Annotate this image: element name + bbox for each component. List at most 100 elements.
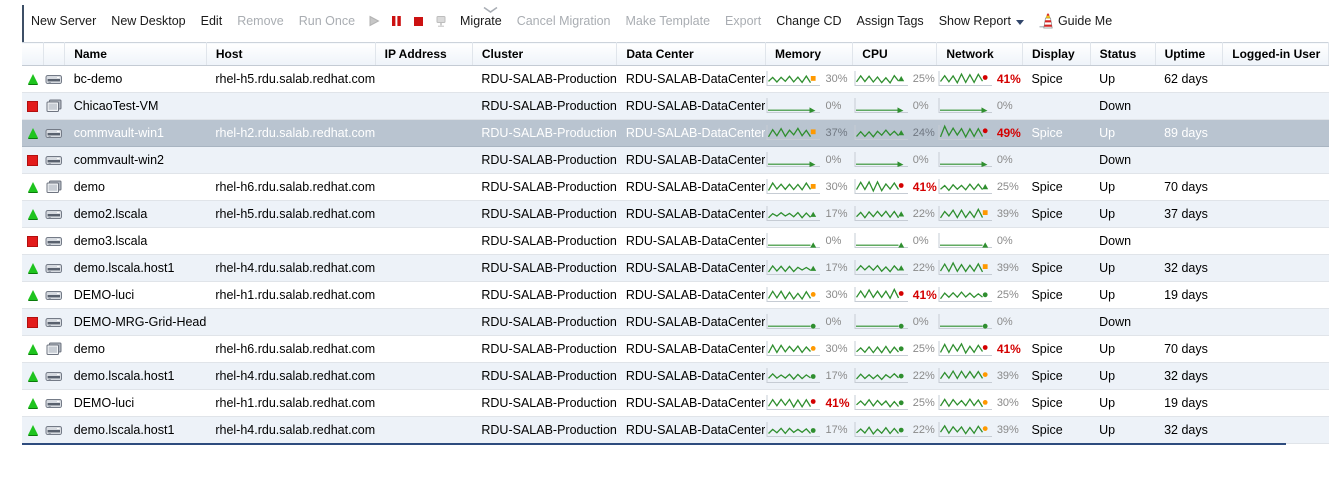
cell-data-center: RDU-SALAB-DataCenter xyxy=(617,336,766,363)
vm-row-demo3-lscala[interactable]: demo3.lscalaRDU-SALAB-ProductionRDU-SALA… xyxy=(22,228,1329,255)
cell-status: Up xyxy=(1090,174,1155,201)
vm-row-commvault-win1[interactable]: commvault-win1rhel-h2.rdu.salab.redhat.c… xyxy=(22,120,1329,147)
column-header-vm-type[interactable] xyxy=(43,43,64,66)
network-percent-label: 0% xyxy=(997,100,1013,112)
cell-data-center: RDU-SALAB-DataCenter xyxy=(617,147,766,174)
column-header-data-center[interactable]: Data Center xyxy=(617,43,766,66)
cell-ip-address xyxy=(375,93,472,120)
column-header-cluster[interactable]: Cluster xyxy=(472,43,616,66)
cell-display-protocol: Spice xyxy=(1022,120,1090,147)
assign-tags-button[interactable]: Assign Tags xyxy=(857,14,924,28)
cpu-sparkline xyxy=(854,177,910,198)
memory-percent-label: 0% xyxy=(825,316,841,328)
cell-vm-name: DEMO-luci xyxy=(65,282,207,309)
cell-host xyxy=(206,228,375,255)
export-button: Export xyxy=(725,14,761,28)
cell-ip-address xyxy=(375,390,472,417)
network-sparkline xyxy=(938,258,994,279)
cell-data-center: RDU-SALAB-DataCenter xyxy=(617,66,766,93)
column-header-logged-in-user[interactable]: Logged-in User xyxy=(1223,43,1329,66)
migrate-button[interactable]: Migrate xyxy=(460,14,502,28)
cell-host xyxy=(206,147,375,174)
cell-data-center: RDU-SALAB-DataCenter xyxy=(617,363,766,390)
cell-ip-address xyxy=(375,120,472,147)
cpu-percent-label: 22% xyxy=(913,370,935,382)
cell-display-protocol xyxy=(1022,309,1090,336)
vm-row-demo-lscala-host1[interactable]: demo.lscala.host1rhel-h4.rdu.salab.redha… xyxy=(22,255,1329,282)
cell-host: rhel-h2.rdu.salab.redhat.com xyxy=(206,120,375,147)
network-sparkline xyxy=(938,96,994,117)
change-cd-button[interactable]: Change CD xyxy=(776,14,841,28)
vm-row-bc-demo[interactable]: bc-demorhel-h5.rdu.salab.redhat.comRDU-S… xyxy=(22,66,1329,93)
cell-vm-name: DEMO-MRG-Grid-Head xyxy=(65,309,207,336)
column-header-display[interactable]: Display xyxy=(1022,43,1090,66)
column-header-cpu[interactable]: CPU xyxy=(853,43,937,66)
cpu-percent-label: 24% xyxy=(913,127,935,139)
cpu-sparkline xyxy=(854,420,910,441)
cell-uptime: 37 days xyxy=(1155,201,1223,228)
cell-network-usage: 39% xyxy=(937,255,1023,282)
cell-data-center: RDU-SALAB-DataCenter xyxy=(617,255,766,282)
cell-uptime xyxy=(1155,93,1223,120)
vm-row-commvault-win2[interactable]: commvault-win2RDU-SALAB-ProductionRDU-SA… xyxy=(22,147,1329,174)
cell-display-protocol: Spice xyxy=(1022,363,1090,390)
column-header-host[interactable]: Host xyxy=(206,43,375,66)
column-header-name[interactable]: Name xyxy=(65,43,207,66)
cell-vm-name: demo xyxy=(65,336,207,363)
cell-host xyxy=(206,93,375,120)
cell-host: rhel-h4.rdu.salab.redhat.com xyxy=(206,363,375,390)
column-header-uptime[interactable]: Uptime xyxy=(1155,43,1223,66)
cpu-percent-label: 22% xyxy=(913,208,935,220)
network-sparkline xyxy=(938,69,994,90)
cell-cpu-usage: 22% xyxy=(853,255,937,282)
memory-percent-label: 30% xyxy=(825,181,847,193)
vm-run-status-up-icon xyxy=(22,390,43,417)
cell-network-usage: 30% xyxy=(937,390,1023,417)
column-header-status[interactable]: Status xyxy=(1090,43,1155,66)
cell-data-center: RDU-SALAB-DataCenter xyxy=(617,201,766,228)
network-sparkline xyxy=(938,339,994,360)
cell-uptime: 32 days xyxy=(1155,363,1223,390)
cell-status: Up xyxy=(1090,255,1155,282)
show-report-dropdown[interactable]: Show Report xyxy=(939,14,1024,28)
stop-icon[interactable] xyxy=(413,16,424,27)
pause-icon[interactable] xyxy=(391,15,402,27)
cell-display-protocol: Spice xyxy=(1022,282,1090,309)
cell-ip-address xyxy=(375,363,472,390)
new-server-button[interactable]: New Server xyxy=(31,14,96,28)
network-sparkline xyxy=(938,420,994,441)
vm-type-server-icon xyxy=(43,66,64,93)
memory-percent-label: 17% xyxy=(825,208,847,220)
column-header-ip-address[interactable]: IP Address xyxy=(375,43,472,66)
column-header-network[interactable]: Network xyxy=(937,43,1023,66)
memory-sparkline xyxy=(766,204,822,225)
vm-row-chicaotest-vm[interactable]: ChicaoTest-VMRDU-SALAB-ProductionRDU-SAL… xyxy=(22,93,1329,120)
vm-row-demo[interactable]: demorhel-h6.rdu.salab.redhat.comRDU-SALA… xyxy=(22,174,1329,201)
vm-row-demo[interactable]: demorhel-h6.rdu.salab.redhat.comRDU-SALA… xyxy=(22,336,1329,363)
column-header-memory[interactable]: Memory xyxy=(765,43,852,66)
power-icon xyxy=(435,15,447,28)
cell-cluster: RDU-SALAB-Production xyxy=(472,255,616,282)
network-percent-label: 30% xyxy=(997,397,1019,409)
cell-cluster: RDU-SALAB-Production xyxy=(472,417,616,444)
network-percent-label: 25% xyxy=(997,181,1019,193)
cpu-percent-label: 41% xyxy=(913,288,937,302)
edit-button[interactable]: Edit xyxy=(201,14,223,28)
cpu-sparkline xyxy=(854,312,910,333)
vm-row-demo-mrg-grid-head[interactable]: DEMO-MRG-Grid-HeadRDU-SALAB-ProductionRD… xyxy=(22,309,1329,336)
vm-row-demo-lscala-host1[interactable]: demo.lscala.host1rhel-h4.rdu.salab.redha… xyxy=(22,363,1329,390)
vm-row-demo-luci[interactable]: DEMO-lucirhel-h1.rdu.salab.redhat.comRDU… xyxy=(22,282,1329,309)
cell-memory-usage: 17% xyxy=(765,255,852,282)
vm-row-demo-lscala-host1[interactable]: demo.lscala.host1rhel-h4.rdu.salab.redha… xyxy=(22,417,1329,444)
column-header-run-status[interactable] xyxy=(22,43,43,66)
new-desktop-button[interactable]: New Desktop xyxy=(111,14,185,28)
cell-memory-usage: 30% xyxy=(765,174,852,201)
cell-host: rhel-h5.rdu.salab.redhat.com xyxy=(206,66,375,93)
vm-row-demo-luci[interactable]: DEMO-lucirhel-h1.rdu.salab.redhat.comRDU… xyxy=(22,390,1329,417)
network-sparkline xyxy=(938,285,994,306)
guide-me-button[interactable]: Guide Me xyxy=(1039,13,1112,29)
cell-display-protocol: Spice xyxy=(1022,174,1090,201)
cell-ip-address xyxy=(375,309,472,336)
cpu-sparkline xyxy=(854,231,910,252)
vm-row-demo2-lscala[interactable]: demo2.lscalarhel-h5.rdu.salab.redhat.com… xyxy=(22,201,1329,228)
